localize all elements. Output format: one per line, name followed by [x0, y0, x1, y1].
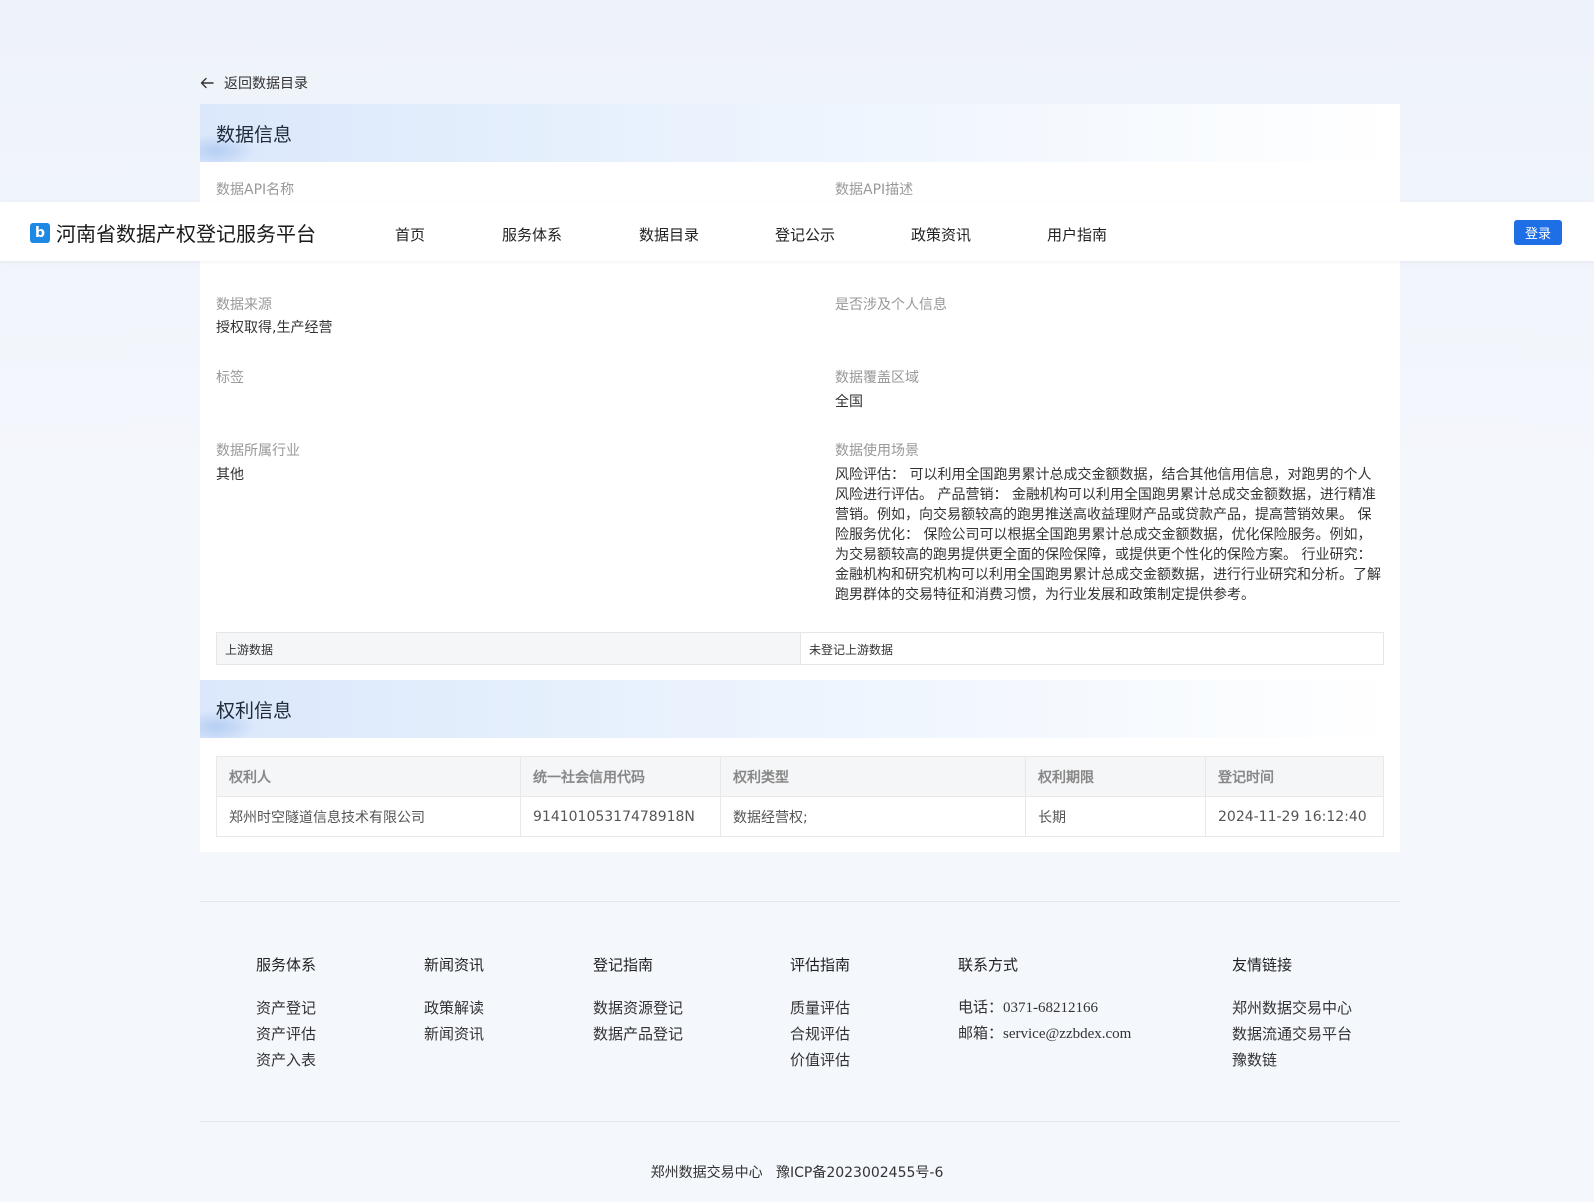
footer-link[interactable]: 资产入表	[256, 1047, 316, 1073]
nav-item-user-guide[interactable]: 用户指南	[1047, 224, 1107, 245]
col-header-term: 权利期限	[1025, 756, 1206, 797]
footer-link[interactable]: 郑州数据交易中心	[1232, 995, 1352, 1021]
upstream-label: 上游数据	[217, 633, 801, 664]
rights-table: 权利人 统一社会信用代码 权利类型 权利期限 登记时间 郑州时空隧道信息技术有限…	[216, 756, 1384, 837]
footer-email[interactable]: 邮箱：service@zzbdex.com	[958, 1021, 1131, 1047]
industry-value: 其他	[216, 467, 244, 483]
footer-divider-bottom	[200, 1121, 1400, 1122]
footer-col-contact: 联系方式 电话：0371-68212166 邮箱：service@zzbdex.…	[958, 954, 1131, 1047]
rights-info-title: 权利信息	[216, 700, 293, 722]
footer-col-service: 服务体系 资产登记 资产评估 资产入表	[256, 954, 316, 1073]
footer-copyright: 郑州数据交易中心 豫ICP备2023002455号-6	[650, 1165, 944, 1181]
footer-col-head: 评估指南	[790, 956, 851, 974]
source-value: 授权取得,生产经营	[216, 320, 333, 336]
data-info-title: 数据信息	[216, 124, 293, 146]
footer-col-registration-guide: 登记指南 数据资源登记 数据产品登记	[593, 954, 683, 1047]
personal-info-label: 是否涉及个人信息	[835, 297, 947, 313]
coverage-value: 全国	[835, 394, 863, 410]
cell-term: 长期	[1025, 796, 1206, 837]
footer-link[interactable]: 价值评估	[790, 1047, 850, 1073]
arrow-left-icon	[200, 77, 214, 89]
scenario-value: 风险评估： 可以利用全国跑男累计总成交金额数据，结合其他信用信息，对跑男的个人风…	[835, 467, 1381, 603]
footer-link[interactable]: 数据资源登记	[593, 995, 683, 1021]
footer-col-head: 服务体系	[256, 956, 317, 974]
col-header-holder: 权利人	[216, 756, 521, 797]
col-header-credit-code: 统一社会信用代码	[520, 756, 721, 797]
brand-logo-icon: b	[30, 222, 50, 243]
rights-info-header: 权利信息	[200, 680, 1400, 738]
footer-link[interactable]: 质量评估	[790, 995, 850, 1021]
footer-col-evaluation-guide: 评估指南 质量评估 合规评估 价值评估	[790, 954, 850, 1073]
footer-phone: 电话：0371-68212166	[958, 1000, 1098, 1016]
footer-col-head: 新闻资讯	[424, 956, 485, 974]
cell-holder: 郑州时空隧道信息技术有限公司	[216, 796, 521, 837]
api-name-label: 数据API名称	[216, 182, 295, 198]
footer-col-head: 友情链接	[1232, 956, 1293, 974]
footer-link[interactable]: 数据流通交易平台	[1232, 1021, 1352, 1047]
footer-col-head: 登记指南	[593, 956, 654, 974]
nav-item-policy-news[interactable]: 政策资讯	[911, 224, 971, 245]
footer-link[interactable]: 合规评估	[790, 1021, 850, 1047]
footer-divider-top	[200, 901, 1400, 902]
scenario-label: 数据使用场景	[835, 443, 919, 459]
source-label: 数据来源	[216, 297, 272, 313]
footer-link[interactable]: 新闻资讯	[424, 1021, 484, 1047]
upstream-data-row: 上游数据 未登记上游数据	[216, 632, 1384, 665]
top-navbar: b 河南省数据产权登记服务平台 首页 服务体系 数据目录 登记公示 政策资讯 用…	[0, 202, 1594, 261]
footer-link[interactable]: 豫数链	[1232, 1047, 1352, 1073]
footer-col-friendly-links: 友情链接 郑州数据交易中心 数据流通交易平台 豫数链	[1232, 954, 1352, 1073]
nav-item-home[interactable]: 首页	[395, 224, 425, 245]
coverage-label: 数据覆盖区域	[835, 370, 919, 386]
footer-link[interactable]: 数据产品登记	[593, 1021, 683, 1047]
back-link-label: 返回数据目录	[224, 76, 308, 92]
col-header-reg-time: 登记时间	[1205, 756, 1384, 797]
upstream-value: 未登记上游数据	[809, 643, 894, 657]
cell-right-type: 数据经营权;	[720, 796, 1026, 837]
nav-item-registration-notice[interactable]: 登记公示	[775, 224, 835, 245]
table-header-row: 权利人 统一社会信用代码 权利类型 权利期限 登记时间	[216, 756, 1384, 797]
api-desc-label: 数据API描述	[835, 182, 914, 198]
footer-link[interactable]: 资产评估	[256, 1021, 316, 1047]
tags-label: 标签	[216, 370, 244, 386]
col-header-right-type: 权利类型	[720, 756, 1026, 797]
nav-item-service-system[interactable]: 服务体系	[502, 224, 562, 245]
data-info-header: 数据信息	[200, 104, 1400, 162]
login-button[interactable]: 登录	[1514, 220, 1562, 245]
brand-name: 河南省数据产权登记服务平台	[56, 222, 316, 246]
footer-col-head: 联系方式	[958, 956, 1019, 974]
cell-reg-time: 2024-11-29 16:12:40	[1205, 796, 1384, 837]
footer-link[interactable]: 资产登记	[256, 995, 316, 1021]
industry-label: 数据所属行业	[216, 443, 300, 459]
back-to-catalog-link[interactable]: 返回数据目录	[200, 73, 308, 93]
cell-credit-code: 91410105317478918N	[520, 796, 721, 837]
footer-col-news: 新闻资讯 政策解读 新闻资讯	[424, 954, 484, 1047]
brand-logo[interactable]: b 河南省数据产权登记服务平台	[30, 218, 316, 247]
table-row: 郑州时空隧道信息技术有限公司 91410105317478918N 数据经营权;…	[216, 796, 1384, 837]
footer-link[interactable]: 政策解读	[424, 995, 484, 1021]
nav-item-data-catalog[interactable]: 数据目录	[639, 224, 699, 245]
